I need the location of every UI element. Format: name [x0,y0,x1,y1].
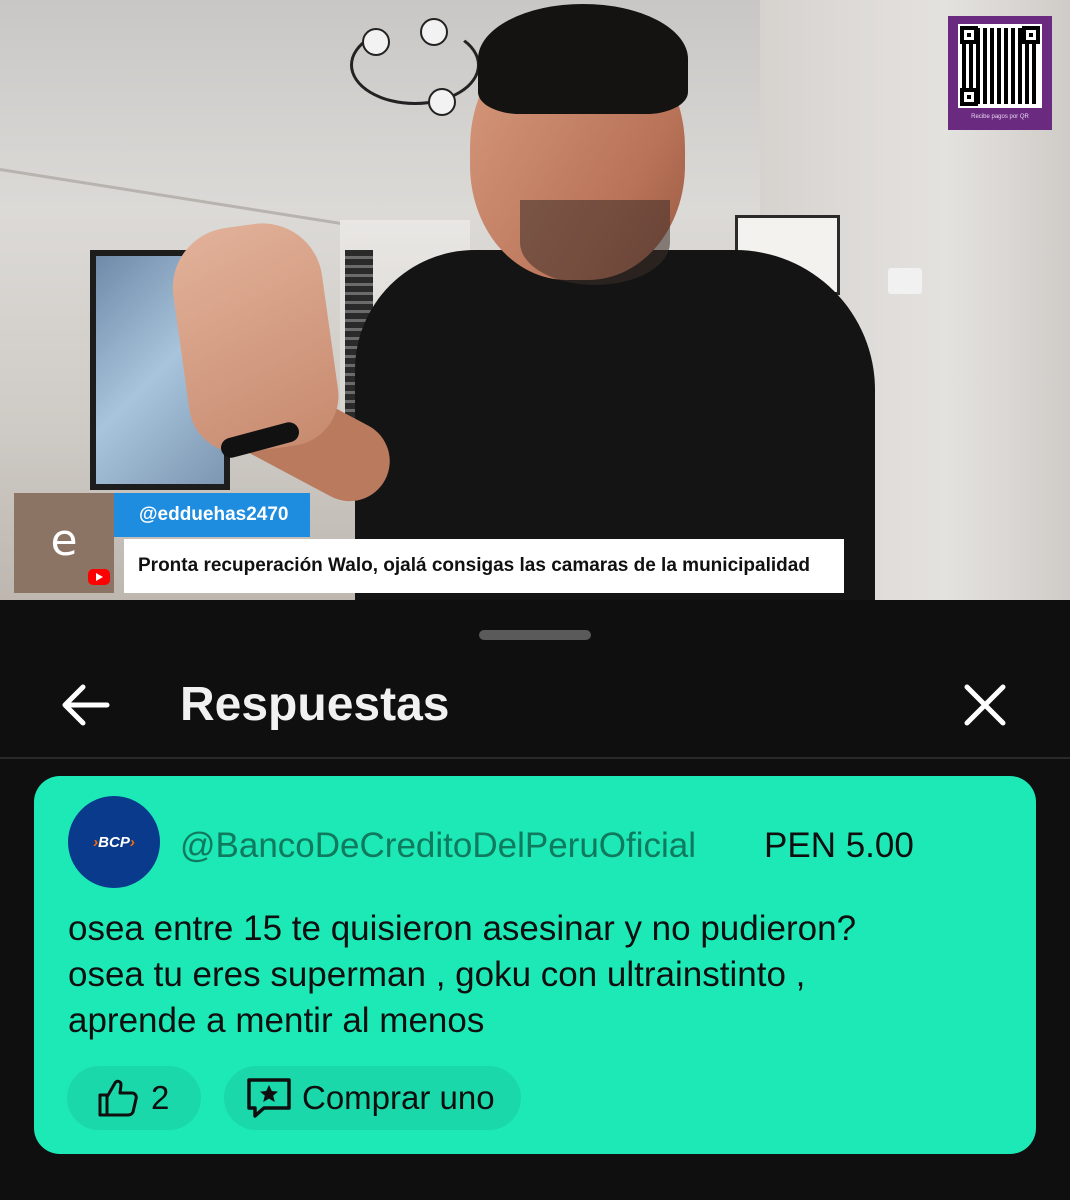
chat-avatar: e [14,493,114,593]
sheet-header: Respuestas [0,665,1070,755]
chat-username: @edduehas2470 [114,493,310,537]
light-bulb [362,28,390,56]
video-player[interactable]: Recibe pagos por QR e @edduehas2470 Pron… [0,0,1070,600]
super-chat-message: osea entre 15 te quisieron asesinar y no… [68,906,998,1044]
message-line: osea tu eres superman , goku con ultrain… [68,955,806,994]
like-button[interactable]: 2 [67,1066,201,1130]
streamer-hair [478,4,688,114]
bcp-logo: ›BCP› [93,833,135,851]
sheet-title: Respuestas [180,678,450,731]
close-button[interactable] [950,675,1020,735]
close-icon [964,684,1006,726]
arrow-left-icon [62,684,110,726]
buy-label: Comprar uno [302,1079,495,1116]
like-count: 2 [151,1079,170,1116]
qr-caption: Recibe pagos por QR [971,114,1029,120]
qr-payment-panel: Recibe pagos por QR [948,16,1052,130]
chat-avatar-letter: e [50,514,78,566]
back-button[interactable] [50,675,120,735]
youtube-icon [88,569,110,585]
light-bulb [428,88,456,116]
streamer-beard [520,200,670,285]
qr-code [958,24,1042,108]
buy-super-chat-button[interactable]: Comprar uno [224,1066,521,1130]
chat-overlay: e @edduehas2470 Pronta recuperación Walo… [14,493,844,593]
replies-sheet: Respuestas ›BCP› @BancoDeCreditoDelPeruO… [0,605,1070,1200]
message-line: osea entre 15 te quisieron asesinar y no… [68,909,857,948]
drag-handle[interactable] [479,630,591,640]
message-line: aprende a mentir al menos [68,1001,485,1040]
header-divider [0,757,1070,759]
light-bulb [420,18,448,46]
super-chat-avatar[interactable]: ›BCP› [68,796,160,888]
super-chat-amount: PEN 5.00 [764,826,914,865]
super-chat-username[interactable]: @BancoDeCreditoDelPeruOficial [180,826,696,866]
chat-message: Pronta recuperación Walo, ojalá consigas… [124,539,844,593]
background-thermostat [888,268,922,294]
thumbs-up-icon [98,1079,138,1117]
star-message-icon [247,1078,291,1118]
super-chat-card: ›BCP› @BancoDeCreditoDelPeruOficial PEN … [34,776,1036,1154]
streamer-hand [165,215,345,460]
